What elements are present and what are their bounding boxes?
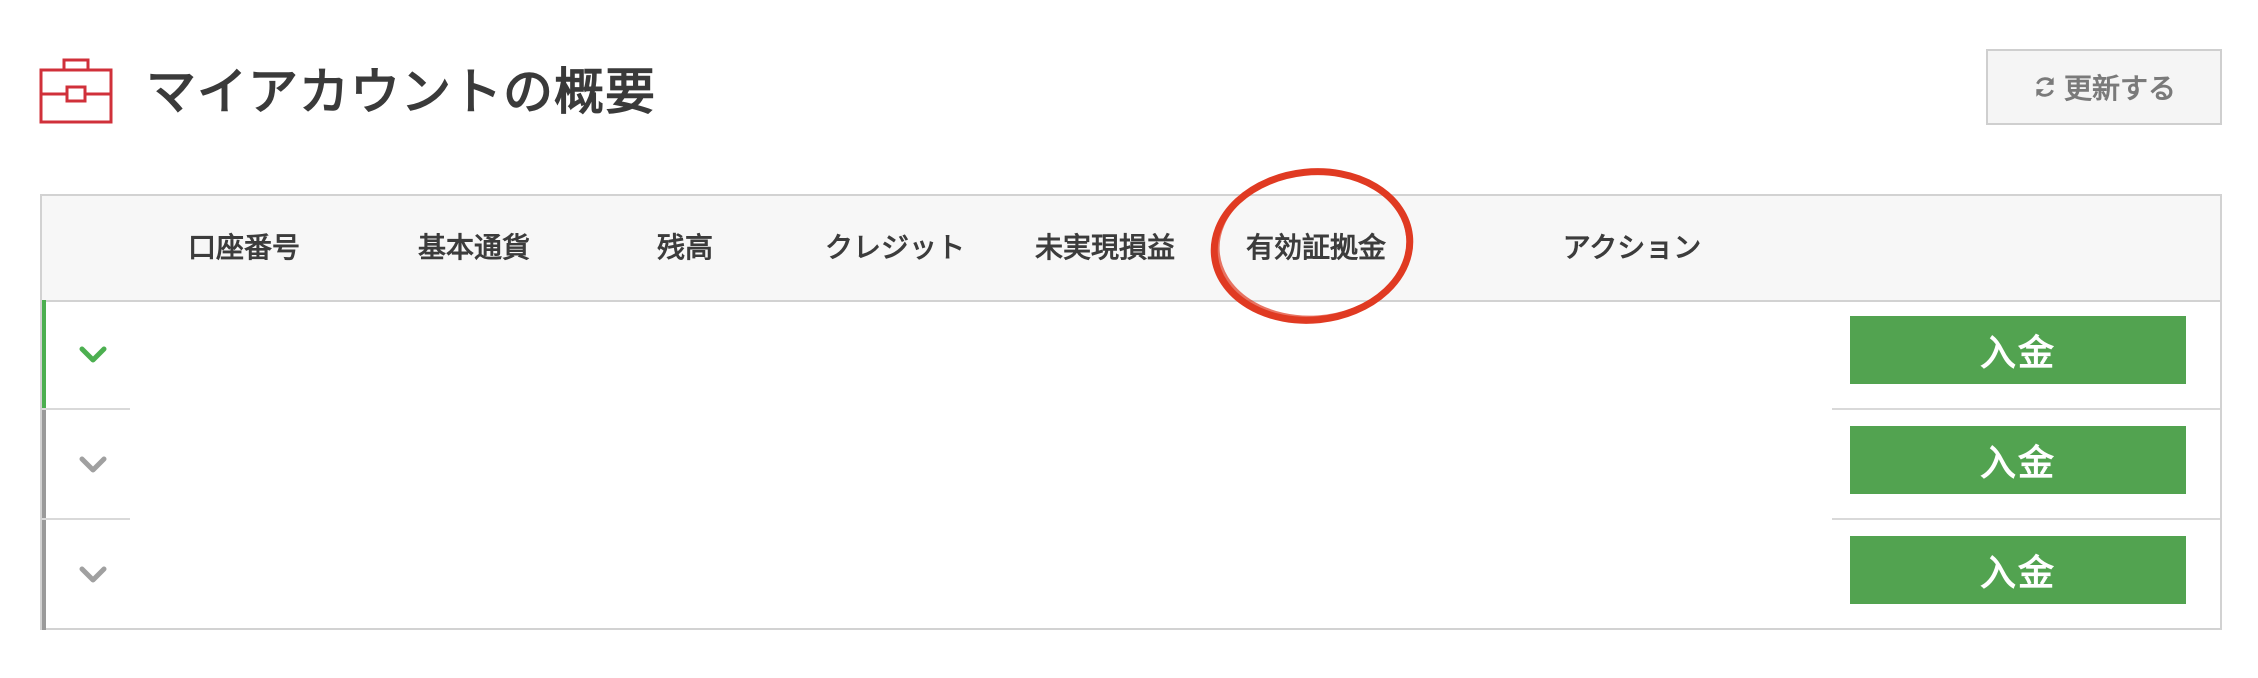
briefcase-icon [39,58,113,124]
refresh-button[interactable]: 更新する [1986,49,2222,125]
chevron-down-icon[interactable] [76,450,110,478]
page-title: マイアカウントの概要 [146,63,656,121]
row-accent-bar [42,410,46,520]
column-header-balance: 残高 [656,231,714,264]
table-row: 入金 [42,300,2220,410]
column-header-equity: 有効証拠金 [1245,231,1387,264]
chevron-down-icon[interactable] [76,340,110,368]
deposit-button[interactable]: 入金 [1850,316,2186,384]
row-accent-bar [42,520,46,630]
table-row: 入金 [42,410,2220,520]
account-table: 口座番号 基本通貨 残高 クレジット 未実現損益 有効証拠金 アクション 入金 … [40,194,2222,630]
deposit-button[interactable]: 入金 [1850,536,2186,604]
page-header: マイアカウントの概要 更新する [0,0,2258,180]
column-header-action: アクション [1562,231,1702,264]
column-header-credit: クレジット [824,231,966,264]
row-accent-bar [42,300,46,410]
column-header-base-currency: 基本通貨 [417,231,531,264]
chevron-down-icon[interactable] [76,560,110,588]
refresh-icon [2036,77,2054,97]
table-header: 口座番号 基本通貨 残高 クレジット 未実現損益 有効証拠金 アクション [42,196,2220,302]
table-row: 入金 [42,520,2220,630]
deposit-button[interactable]: 入金 [1850,426,2186,494]
refresh-button-label: 更新する [2063,72,2176,105]
column-header-account-number: 口座番号 [187,231,301,264]
column-header-unrealized-pl: 未実現損益 [1034,231,1176,264]
